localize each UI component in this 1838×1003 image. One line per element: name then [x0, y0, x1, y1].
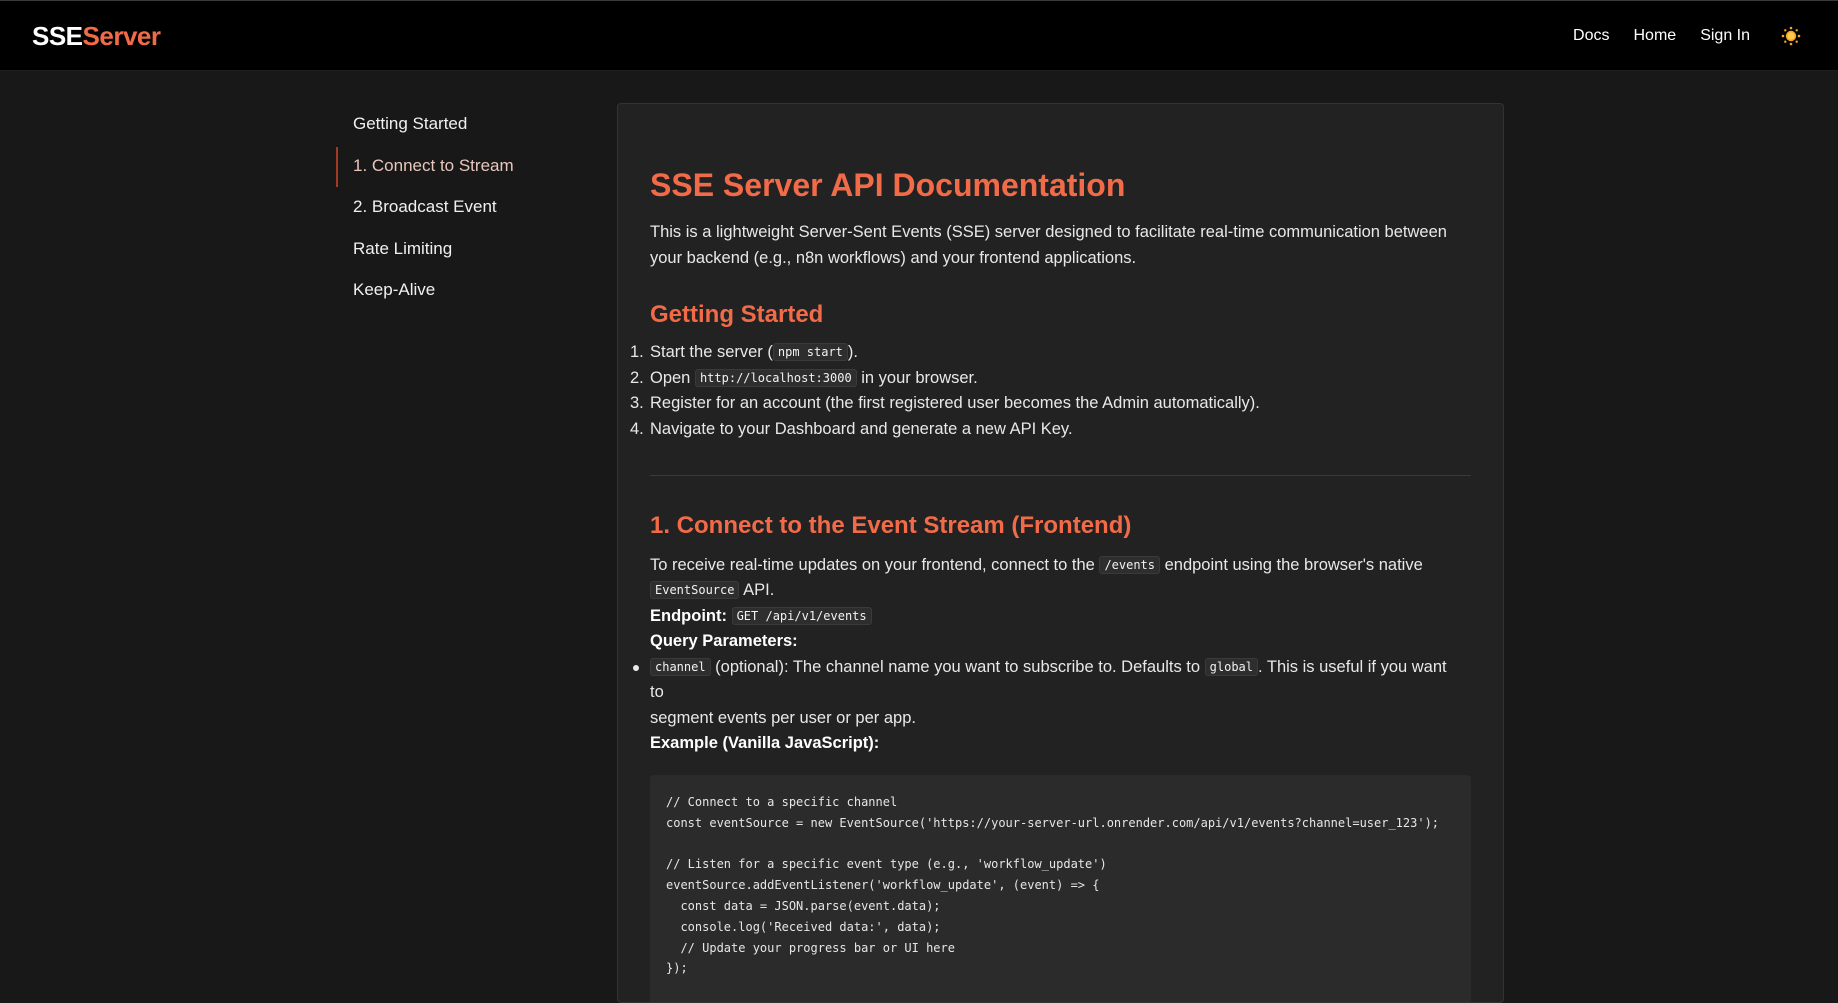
inline-code: EventSource [650, 581, 740, 600]
step-text: ). [847, 343, 858, 362]
example-line: Example (Vanilla JavaScript): [650, 731, 1471, 757]
sidebar-item-broadcast-event[interactable]: 2. Broadcast Event [336, 186, 586, 228]
step-text: Register for an account (the first regis… [650, 394, 1260, 413]
bullet [633, 664, 639, 671]
intro-paragraph: This is a lightweight Server-Sent Events… [650, 223, 1447, 267]
site-logo[interactable]: SSEServer [32, 21, 161, 52]
inline-code: global [1204, 657, 1258, 676]
nav-home-link[interactable]: Home [1634, 27, 1677, 45]
endpoint-line: Endpoint: GET /api/v1/events [650, 604, 1471, 630]
sidebar-item-rate-limiting[interactable]: Rate Limiting [336, 228, 586, 270]
docs-content-card: SSE Server API Documentation This is a l… [617, 103, 1504, 1003]
getting-started-steps: 1. Start the server (npm start). 2. Open h… [630, 340, 1451, 442]
sidebar-item-connect-to-stream[interactable]: 1. Connect to Stream [336, 145, 586, 186]
logo-part-sse: SSE [32, 21, 83, 51]
logo-part-server: Server [82, 21, 161, 51]
query-params-list: channel (optional): The channel name you… [630, 655, 1451, 732]
step-text: Start the server ( [650, 343, 773, 362]
code-block[interactable]: // Connect to a specific channel const e… [650, 774, 1471, 1002]
docs-sidebar: Getting Started 1. Connect to Stream 2. … [336, 103, 586, 311]
page-title: SSE Server API Documentation [650, 167, 1126, 203]
list-item: 3. Register for an account (the first reg… [630, 391, 1451, 417]
sidebar-item-keep-alive[interactable]: Keep-Alive [336, 269, 586, 311]
top-nav-links: Docs Home Sign In [1573, 25, 1802, 47]
inline-code: GET /api/v1/events [731, 606, 872, 625]
example-label: Example (Vanilla JavaScript): [650, 734, 880, 753]
step-number: 4. [630, 419, 644, 438]
connect-heading: 1. Connect to the Event Stream (Frontend… [650, 512, 1132, 540]
inline-code: /events [1099, 555, 1161, 574]
query-params-line: Query Parameters: [650, 629, 1471, 655]
inline-code: npm start [772, 343, 848, 362]
step-text: Open [650, 368, 695, 387]
text-span: To receive real-time updates on your fro… [650, 555, 1100, 574]
nav-docs-link[interactable]: Docs [1573, 27, 1609, 45]
list-item: 4. Navigate to your Dashboard and generat… [630, 417, 1451, 443]
query-params-label: Query Parameters: [650, 632, 798, 651]
sun-icon [1781, 26, 1801, 46]
section-divider [650, 475, 1471, 477]
step-text: Navigate to your Dashboard and generate … [650, 419, 1073, 438]
inline-code: http://localhost:3000 [694, 368, 857, 387]
list-item: channel (optional): The channel name you… [630, 655, 1451, 732]
inline-code: channel [650, 657, 711, 676]
list-item: 2. Open http://localhost:3000 in your bro… [630, 366, 1451, 392]
text-span: API. [739, 581, 775, 600]
step-number: 3. [630, 394, 644, 413]
endpoint-label: Endpoint: [650, 606, 727, 625]
text-span: (optional): The channel name you want to… [710, 657, 1205, 676]
connect-paragraph: To receive real-time updates on your fro… [650, 553, 1471, 604]
top-navbar: SSEServer Docs Home Sign In [0, 0, 1838, 71]
list-item: 1. Start the server (npm start). [630, 340, 1451, 366]
theme-toggle-button[interactable] [1780, 25, 1802, 47]
text-span: segment events per user or per app. [650, 708, 916, 727]
text-span: endpoint using the browser's native [1160, 555, 1423, 574]
getting-started-heading: Getting Started [650, 301, 824, 329]
step-text: in your browser. [856, 368, 978, 387]
step-number: 1. [630, 343, 644, 362]
sidebar-item-getting-started[interactable]: Getting Started [336, 103, 586, 145]
nav-sign-in-link[interactable]: Sign In [1700, 27, 1750, 45]
step-number: 2. [630, 368, 644, 387]
